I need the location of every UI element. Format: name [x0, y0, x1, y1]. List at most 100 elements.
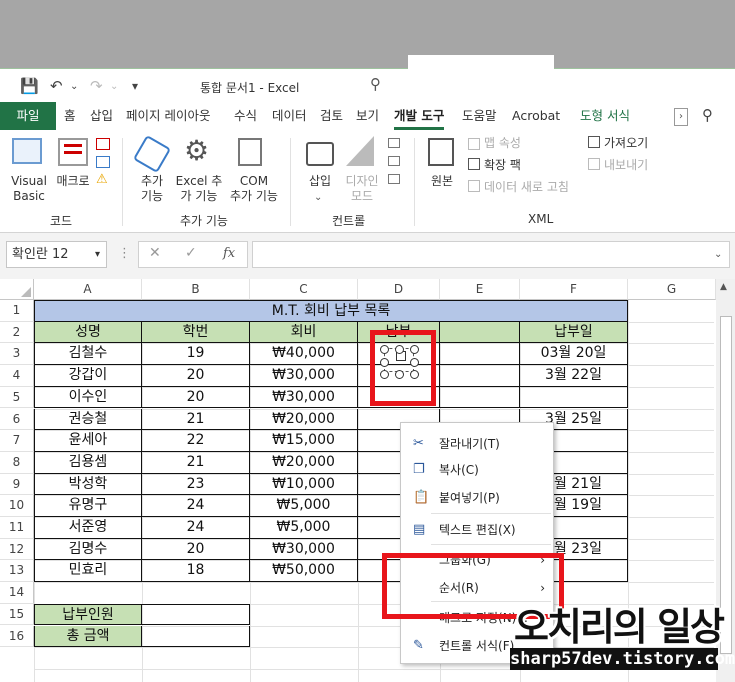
table-cell[interactable]: 20: [142, 365, 250, 387]
tab-developer[interactable]: 개발 도구: [394, 102, 445, 130]
column-header-b[interactable]: B: [142, 279, 250, 300]
record-macro-icon[interactable]: [96, 138, 110, 150]
table-cell[interactable]: 유명구: [34, 495, 142, 517]
column-header-a[interactable]: A: [34, 279, 142, 300]
tab-insert[interactable]: 삽입: [90, 102, 113, 130]
column-header-g[interactable]: G: [628, 279, 716, 300]
row-header[interactable]: 1: [0, 300, 34, 322]
table-cell[interactable]: [440, 365, 520, 387]
visual-basic-button[interactable]: Visual Basic: [6, 174, 52, 204]
search-icon[interactable]: ⚲: [370, 75, 381, 93]
tab-help[interactable]: 도움말: [462, 102, 497, 130]
refresh-data-button[interactable]: 데이터 새로 고침: [484, 180, 569, 195]
undo-icon[interactable]: ↶: [50, 77, 63, 95]
cancel-icon[interactable]: ✕: [149, 245, 161, 261]
table-header-cell[interactable]: 학번: [142, 321, 250, 344]
visual-basic-icon[interactable]: [12, 138, 42, 164]
tab-file[interactable]: 파일: [0, 102, 56, 130]
run-dialog-icon[interactable]: [388, 174, 400, 184]
addins-button[interactable]: 추가 기능: [134, 174, 170, 204]
source-button[interactable]: 원본: [424, 174, 460, 189]
menu-item-copy[interactable]: ❐ 복사(C): [401, 457, 553, 483]
formula-input[interactable]: [252, 241, 730, 268]
row-header[interactable]: 8: [0, 451, 34, 474]
excel-addins-button[interactable]: Excel 추 가 기능: [174, 174, 224, 204]
row-header[interactable]: 6: [0, 408, 34, 431]
summary-label-cell[interactable]: 총 금액: [34, 625, 142, 648]
insert-function-icon[interactable]: fx: [223, 246, 235, 261]
expand-formula-icon[interactable]: ⌄: [714, 249, 722, 260]
row-header[interactable]: 3: [0, 343, 34, 366]
summary-value-cell[interactable]: [142, 603, 250, 626]
row-header[interactable]: 14: [0, 582, 34, 604]
table-cell[interactable]: [520, 386, 628, 409]
table-header-cell[interactable]: [440, 321, 520, 344]
table-cell[interactable]: 김용셈: [34, 451, 142, 474]
table-cell[interactable]: 박성학: [34, 473, 142, 496]
insert-controls-button[interactable]: 삽입: [300, 174, 340, 189]
table-cell[interactable]: ₩5,000: [250, 517, 358, 539]
addins-icon[interactable]: [132, 134, 172, 174]
table-cell[interactable]: 19: [142, 343, 250, 366]
row-header[interactable]: 13: [0, 560, 34, 583]
table-cell[interactable]: [440, 386, 520, 409]
table-cell[interactable]: ₩20,000: [250, 451, 358, 474]
menu-item-paste[interactable]: 📋 붙여넣기(P): [401, 485, 553, 511]
table-cell[interactable]: 3월 22일: [520, 365, 628, 387]
chevron-down-icon[interactable]: ▾: [95, 242, 100, 267]
macro-button[interactable]: 매크로: [52, 174, 94, 189]
table-cell[interactable]: 김철수: [34, 343, 142, 366]
scroll-up-icon[interactable]: ▲: [720, 282, 727, 292]
table-cell[interactable]: 20: [142, 538, 250, 561]
com-addins-button[interactable]: COM 추가 기능: [226, 174, 282, 204]
table-cell[interactable]: ₩30,000: [250, 365, 358, 387]
tab-view[interactable]: 보기: [356, 102, 379, 130]
table-header-cell[interactable]: 회비: [250, 321, 358, 344]
row-header[interactable]: 4: [0, 365, 34, 387]
source-icon[interactable]: [428, 138, 454, 166]
row-header[interactable]: 5: [0, 386, 34, 409]
table-cell[interactable]: 24: [142, 517, 250, 539]
table-header-cell[interactable]: 납부일: [520, 321, 628, 344]
design-mode-icon[interactable]: [346, 136, 374, 166]
redo-dropdown-icon[interactable]: ⌄: [110, 81, 118, 92]
table-cell[interactable]: 강갑이: [34, 365, 142, 387]
chevron-down-icon[interactable]: ⌄: [314, 192, 322, 203]
column-header-c[interactable]: C: [250, 279, 358, 300]
insert-controls-icon[interactable]: [306, 142, 334, 166]
tab-review[interactable]: 검토: [320, 102, 343, 130]
table-cell[interactable]: [440, 343, 520, 366]
table-cell[interactable]: 윤세아: [34, 430, 142, 452]
table-header-cell[interactable]: 성명: [34, 321, 142, 344]
tab-shape-format[interactable]: 도형 서식: [580, 102, 630, 130]
row-header[interactable]: 12: [0, 538, 34, 561]
row-header[interactable]: 11: [0, 517, 34, 539]
relative-reference-icon[interactable]: [96, 156, 110, 168]
table-title[interactable]: M.T. 회비 납부 목록: [34, 300, 628, 322]
macro-icon[interactable]: [58, 138, 88, 166]
table-cell[interactable]: ₩15,000: [250, 430, 358, 452]
column-header-e[interactable]: E: [440, 279, 520, 300]
excel-addins-icon[interactable]: ⚙: [184, 134, 209, 167]
name-box[interactable]: 확인란 12 ▾: [6, 241, 107, 268]
row-header[interactable]: 16: [0, 625, 34, 648]
tab-acrobat[interactable]: Acrobat: [512, 102, 560, 130]
row-header[interactable]: 7: [0, 430, 34, 452]
select-all-button[interactable]: [0, 279, 34, 300]
export-button[interactable]: 내보내기: [604, 158, 648, 173]
summary-value-cell[interactable]: [142, 625, 250, 648]
table-cell[interactable]: ₩20,000: [250, 408, 358, 431]
table-cell[interactable]: 서준영: [34, 517, 142, 539]
table-cell[interactable]: 권승철: [34, 408, 142, 431]
table-cell[interactable]: 21: [142, 451, 250, 474]
table-cell[interactable]: 22: [142, 430, 250, 452]
table-cell[interactable]: 03월 20일: [520, 343, 628, 366]
row-header[interactable]: 9: [0, 473, 34, 496]
enter-icon[interactable]: ✓: [185, 245, 197, 261]
tab-home[interactable]: 홈: [64, 102, 76, 130]
table-cell[interactable]: ₩30,000: [250, 386, 358, 409]
table-cell[interactable]: 이수인: [34, 386, 142, 409]
ribbon-scroll-icon[interactable]: ›: [674, 108, 688, 126]
expansion-pack-button[interactable]: 확장 팩: [484, 158, 521, 173]
column-header-d[interactable]: D: [358, 279, 440, 300]
